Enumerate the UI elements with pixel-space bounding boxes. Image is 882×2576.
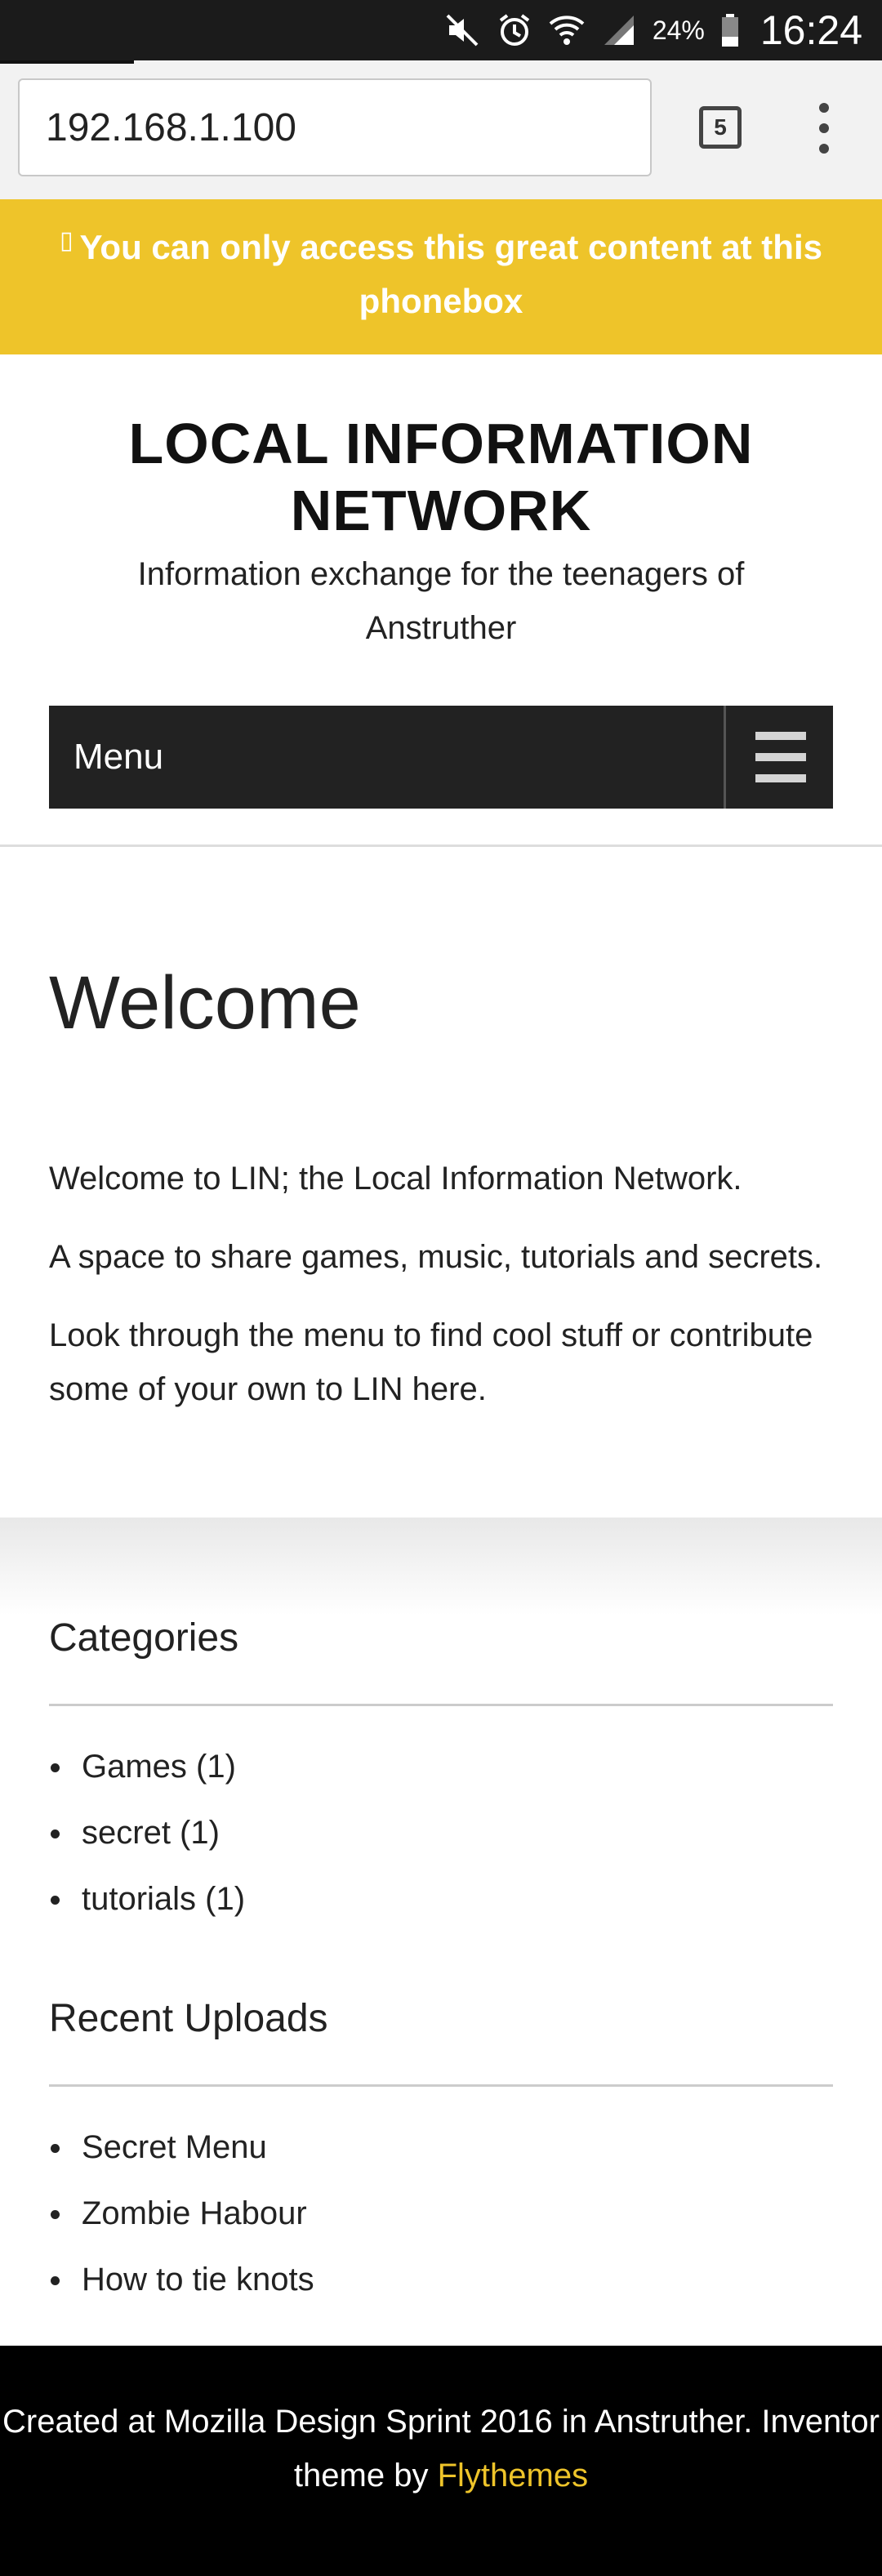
content-paragraph: Welcome to LIN; the Local Information Ne… (49, 1161, 742, 1197)
categories-title: Categories (49, 1616, 239, 1660)
battery-percent: 24% (652, 15, 705, 45)
clock: 16:24 (760, 7, 862, 53)
category-link-tutorials[interactable]: tutorials (1) (49, 1879, 245, 1945)
alarm-icon (496, 11, 533, 49)
site-title[interactable]: LOCAL INFORMATION NETWORK (0, 410, 882, 544)
battery-icon (719, 11, 741, 49)
progress-indicator (0, 60, 134, 64)
hamburger-icon (755, 732, 806, 782)
categories-divider (49, 1704, 833, 1706)
upload-link-secret-menu[interactable]: Secret Menu (49, 2127, 314, 2193)
footer-theme-link[interactable]: Flythemes (438, 2458, 589, 2494)
content-paragraph: Look through the menu to find cool stuff… (49, 1317, 813, 1407)
notice-banner: ▯ You can only access this great content … (0, 199, 882, 354)
mute-icon (443, 11, 481, 49)
recent-uploads-divider (49, 2084, 833, 2087)
category-link-secret[interactable]: secret (1) (49, 1812, 245, 1879)
address-bar[interactable]: 192.168.1.100 (18, 78, 652, 176)
main-menu[interactable]: Menu (49, 706, 833, 809)
upload-link-zombie-habour[interactable]: Zombie Habour (49, 2193, 314, 2259)
url-text: 192.168.1.100 (46, 105, 296, 149)
notice-text: You can only access this great content a… (79, 228, 822, 320)
tab-switcher-button[interactable]: 5 (699, 106, 742, 149)
category-link-games[interactable]: Games (1) (49, 1746, 245, 1812)
site-title-line1: LOCAL INFORMATION (128, 412, 754, 475)
page-title: Welcome (49, 961, 361, 1045)
menu-label[interactable]: Menu (74, 706, 163, 809)
categories-list: Games (1) secret (1) tutorials (1) (49, 1746, 245, 1945)
status-bar: 24% 16:24 (0, 0, 882, 60)
site-description: Information exchange for the teenagers o… (137, 556, 745, 646)
browser-toolbar: 192.168.1.100 5 (0, 60, 882, 200)
upload-link-tie-knots[interactable]: How to tie knots (49, 2259, 314, 2325)
wifi-icon (548, 11, 586, 49)
status-icons: 24% 16:24 (443, 0, 862, 60)
site-title-line2: NETWORK (290, 479, 592, 542)
menu-toggle-button[interactable] (724, 706, 833, 809)
site-footer: Created at Mozilla Design Sprint 2016 in… (0, 2346, 882, 2576)
content-paragraph: A space to share games, music, tutorials… (49, 1239, 823, 1275)
overflow-menu-icon[interactable] (812, 103, 836, 154)
page-content: Welcome to LIN; the Local Information Ne… (49, 1152, 833, 1441)
recent-uploads-list: Secret Menu Zombie Habour How to tie kno… (49, 2127, 314, 2325)
recent-uploads-title: Recent Uploads (49, 1997, 328, 2040)
signal-icon (600, 11, 638, 49)
notice-icon: ▯ (60, 227, 74, 254)
widget-area: Categories Games (1) secret (1) tutorial… (0, 1518, 882, 2346)
header-divider (0, 845, 882, 847)
